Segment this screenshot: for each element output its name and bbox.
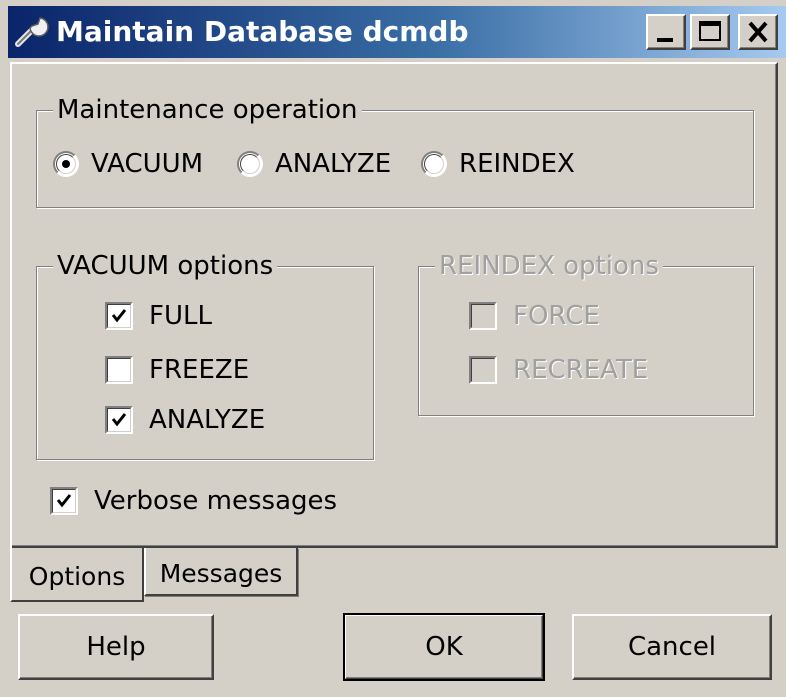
maximize-button[interactable] — [690, 14, 730, 50]
checkbox-checked[interactable] — [105, 406, 133, 434]
checkmark-icon — [111, 413, 127, 427]
checkmark-icon — [111, 309, 127, 323]
checkbox-full[interactable]: FULL — [105, 301, 212, 331]
ok-button[interactable]: OK — [343, 613, 545, 681]
vacuum-options-label: VACUUM options — [53, 249, 278, 283]
radio-reindex[interactable]: REINDEX — [421, 149, 575, 179]
checkbox-label: Verbose messages — [94, 486, 338, 516]
checkbox-label: FULL — [149, 301, 212, 331]
window-title: Maintain Database dcmdb — [56, 15, 469, 48]
close-icon — [748, 21, 768, 43]
checkbox-force: FORCE — [469, 301, 600, 331]
checkbox-analyze[interactable]: ANALYZE — [105, 405, 265, 435]
checkbox-disabled — [469, 302, 497, 330]
radio-dot-icon — [62, 160, 70, 168]
help-button[interactable]: Help — [18, 614, 214, 680]
maximize-icon — [699, 21, 721, 41]
radio-vacuum[interactable]: VACUUM — [53, 149, 203, 179]
vacuum-options-group: VACUUM options FULL FREEZE ANALYZE — [36, 249, 374, 460]
minimize-button[interactable] — [646, 14, 686, 50]
checkbox-unchecked[interactable] — [105, 356, 133, 384]
reindex-options-label: REINDEX options — [435, 249, 663, 283]
cancel-button[interactable]: Cancel — [572, 614, 772, 680]
checkbox-freeze[interactable]: FREEZE — [105, 355, 249, 385]
radio-label: VACUUM — [91, 149, 204, 179]
maintain-database-dialog: Maintain Database dcmdb Maintenance oper… — [0, 0, 786, 697]
tab-messages[interactable]: Messages — [144, 548, 298, 596]
wrench-icon — [15, 17, 49, 47]
checkbox-label: RECREATE — [513, 355, 649, 385]
checkbox-checked[interactable] — [105, 302, 133, 330]
checkbox-label: FORCE — [513, 301, 600, 331]
radio-button[interactable] — [421, 151, 447, 177]
checkbox-recreate: RECREATE — [469, 355, 648, 385]
maintenance-operation-group: Maintenance operation VACUUM ANALYZE REI… — [36, 93, 754, 208]
checkbox-label: ANALYZE — [149, 405, 266, 435]
reindex-options-group: REINDEX options FORCE RECREATE — [418, 249, 754, 416]
checkmark-icon — [56, 494, 72, 508]
checkbox-disabled — [469, 356, 497, 384]
radio-label: REINDEX — [459, 149, 575, 179]
title-bar[interactable]: Maintain Database dcmdb — [8, 6, 786, 58]
checkbox-verbose-messages[interactable]: Verbose messages — [50, 486, 337, 516]
options-panel: Maintenance operation VACUUM ANALYZE REI… — [10, 62, 778, 548]
close-button[interactable] — [738, 14, 778, 50]
radio-analyze[interactable]: ANALYZE — [237, 149, 391, 179]
radio-button-selected[interactable] — [53, 151, 79, 177]
tab-options[interactable]: Options — [10, 546, 144, 602]
checkbox-checked[interactable] — [50, 487, 78, 515]
maintenance-operation-label: Maintenance operation — [53, 93, 362, 127]
checkbox-label: FREEZE — [149, 355, 250, 385]
radio-button[interactable] — [237, 151, 263, 177]
radio-label: ANALYZE — [275, 149, 392, 179]
minimize-icon — [657, 38, 673, 42]
